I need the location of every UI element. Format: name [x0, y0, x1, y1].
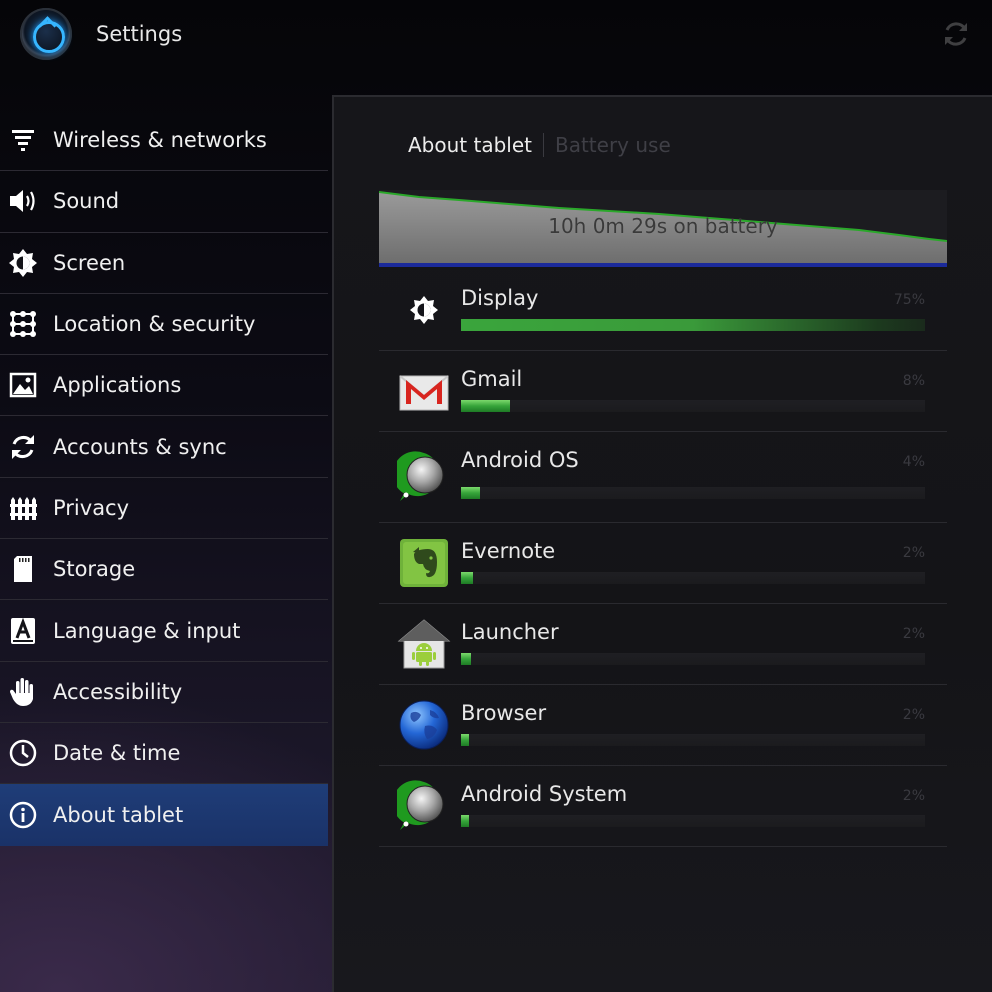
- refresh-icon[interactable]: [940, 18, 972, 50]
- settings-app-icon[interactable]: [20, 8, 72, 60]
- usage-percent: 8%: [902, 373, 925, 389]
- breadcrumb: About tablet Battery use: [408, 133, 671, 157]
- usage-row-launcher[interactable]: Launcher 2%: [379, 604, 947, 685]
- sidebar-item-label: Screen: [53, 250, 126, 275]
- usage-bar-track: [461, 319, 925, 331]
- usage-percent: 2%: [902, 545, 925, 561]
- evernote-icon: [397, 536, 451, 590]
- usage-percent: 4%: [902, 454, 925, 470]
- sidebar-item-label: Wireless & networks: [53, 128, 267, 153]
- usage-row-gmail[interactable]: Gmail 8%: [379, 351, 947, 432]
- sidebar-item-language-input[interactable]: Language & input: [0, 600, 328, 662]
- fence-icon: [8, 493, 38, 523]
- usage-app-name: Display: [461, 286, 539, 310]
- sidebar-item-storage[interactable]: Storage: [0, 539, 328, 601]
- usage-row-android-os[interactable]: Android OS 4%: [379, 432, 947, 523]
- usage-bar-fill: [461, 487, 480, 499]
- usage-bar-fill: [461, 815, 469, 827]
- usage-bar-fill: [461, 400, 510, 412]
- sidebar-item-label: Storage: [53, 557, 136, 582]
- sidebar-item-label: Sound: [53, 189, 120, 214]
- breadcrumb-about-tablet[interactable]: About tablet: [408, 133, 532, 157]
- battery-time-on-battery: 10h 0m 29s on battery: [548, 214, 778, 238]
- sidebar-item-applications[interactable]: Applications: [0, 355, 328, 417]
- usage-app-name: Launcher: [461, 620, 559, 644]
- sd-card-icon: [8, 554, 38, 584]
- grid-lock-icon: [8, 309, 38, 339]
- usage-bar-track: [461, 572, 925, 584]
- usage-app-name: Android OS: [461, 448, 579, 472]
- sidebar-item-label: About tablet: [53, 802, 184, 827]
- sidebar-item-screen[interactable]: Screen: [0, 233, 328, 294]
- sidebar-item-date-time[interactable]: Date & time: [0, 723, 328, 785]
- sidebar-item-label: Accessibility: [53, 679, 183, 704]
- usage-bar-track: [461, 734, 925, 746]
- usage-percent: 2%: [902, 707, 925, 723]
- battery-use-panel: About tablet Battery use 10h 0m 29s on b…: [332, 95, 992, 992]
- breadcrumb-separator: [542, 133, 544, 157]
- sidebar-item-location-security[interactable]: Location & security: [0, 294, 328, 356]
- brightness-icon: [8, 248, 38, 278]
- hand-icon: [8, 677, 38, 707]
- usage-app-name: Evernote: [461, 539, 556, 563]
- usage-row-browser[interactable]: Browser 2%: [379, 685, 947, 766]
- sidebar-item-label: Applications: [53, 373, 182, 398]
- settings-sidebar: Wireless & networks Sound Screen Locatio…: [0, 110, 328, 846]
- usage-bar-track: [461, 815, 925, 827]
- usage-app-name: Android System: [461, 782, 628, 806]
- usage-bar-track: [461, 400, 925, 412]
- gmail-icon: [397, 364, 451, 418]
- usage-row-android-system[interactable]: Android System 2%: [379, 766, 947, 847]
- battery-history-graph[interactable]: 10h 0m 29s on battery: [379, 190, 947, 270]
- brightness-icon: [397, 283, 451, 337]
- sidebar-item-sound[interactable]: Sound: [0, 171, 328, 233]
- sidebar-item-label: Accounts & sync: [53, 434, 227, 459]
- usage-bar-track: [461, 653, 925, 665]
- usage-bar-fill: [461, 734, 469, 746]
- sync-icon: [8, 432, 38, 462]
- sidebar-item-privacy[interactable]: Privacy: [0, 478, 328, 540]
- sidebar-item-accessibility[interactable]: Accessibility: [0, 662, 328, 723]
- battery-usage-list: Display 75% Gmail 8% Android OS 4% Evern…: [379, 270, 947, 847]
- info-icon: [8, 800, 38, 830]
- browser-icon: [397, 698, 451, 752]
- usage-bar-track: [461, 487, 925, 499]
- usage-percent: 2%: [902, 626, 925, 642]
- keyboard-a-icon: [8, 616, 38, 646]
- sidebar-item-about-tablet[interactable]: About tablet: [0, 784, 328, 846]
- usage-bar-fill: [461, 572, 473, 584]
- title-bar: Settings: [0, 0, 992, 72]
- sidebar-item-label: Date & time: [53, 741, 181, 766]
- applications-icon: [8, 370, 38, 400]
- android-os-icon: [392, 450, 451, 504]
- launcher-icon: [397, 617, 451, 671]
- usage-row-display[interactable]: Display 75%: [379, 270, 947, 351]
- breadcrumb-battery-use: Battery use: [554, 133, 671, 157]
- sidebar-item-label: Language & input: [53, 618, 241, 643]
- usage-bar-fill: [461, 319, 925, 331]
- sidebar-item-label: Privacy: [53, 495, 130, 520]
- speaker-icon: [8, 186, 38, 216]
- wifi-icon: [8, 125, 38, 155]
- usage-percent: 75%: [893, 292, 925, 308]
- usage-row-evernote[interactable]: Evernote 2%: [379, 523, 947, 604]
- sidebar-item-wireless-networks[interactable]: Wireless & networks: [0, 110, 328, 172]
- usage-percent: 2%: [902, 788, 925, 804]
- sidebar-item-label: Location & security: [53, 312, 256, 337]
- clock-icon: [8, 738, 38, 768]
- sidebar-item-accounts-sync[interactable]: Accounts & sync: [0, 416, 328, 478]
- android-system-icon: [392, 779, 451, 833]
- usage-bar-fill: [461, 653, 471, 665]
- usage-app-name: Gmail: [461, 367, 523, 391]
- app-title: Settings: [96, 22, 183, 46]
- usage-app-name: Browser: [461, 701, 547, 725]
